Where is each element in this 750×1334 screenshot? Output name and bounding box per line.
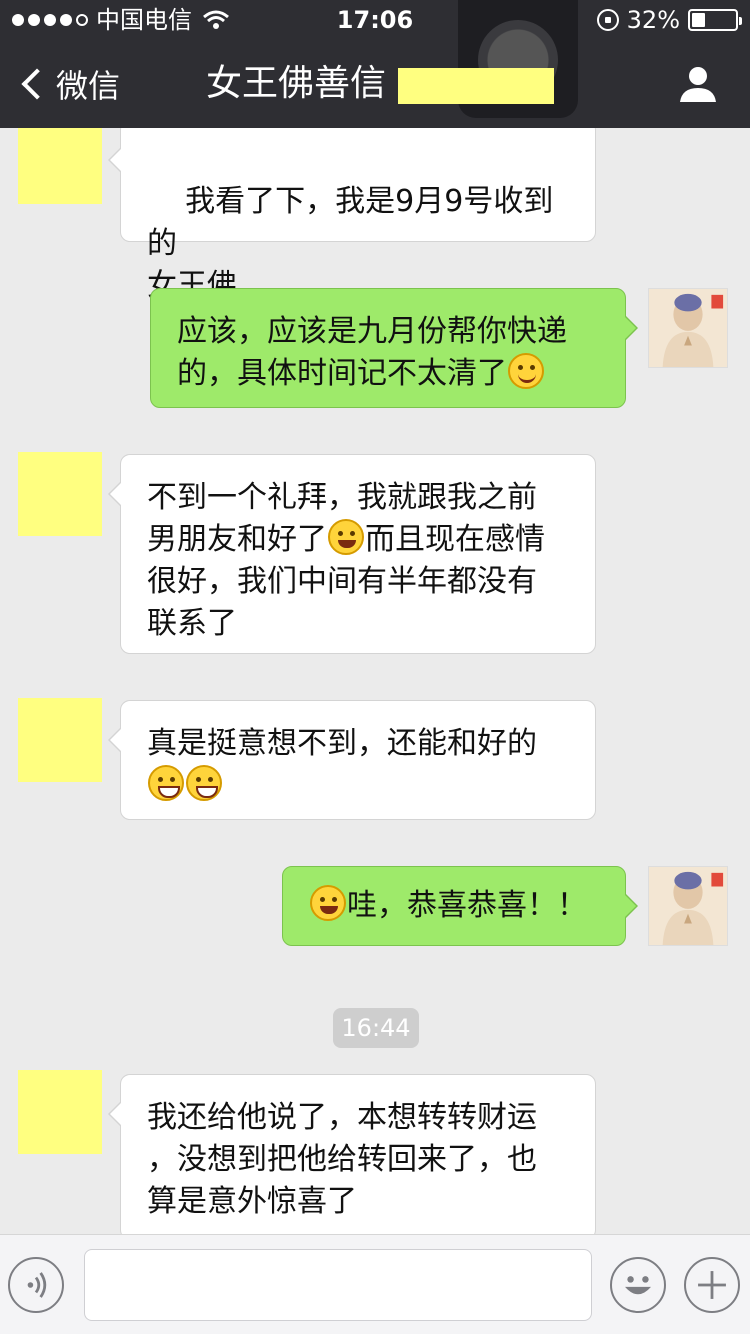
- message-bubble-out[interactable]: 应该，应该是九月份帮你快递 的，具体时间记不太清了: [150, 288, 638, 408]
- contact-avatar[interactable]: [18, 698, 102, 782]
- smile-emoji-icon: [508, 353, 544, 389]
- buddha-avatar-icon[interactable]: [648, 288, 728, 368]
- battery-icon: [688, 9, 742, 31]
- rotation-lock-icon: [596, 9, 619, 31]
- plus-icon[interactable]: [684, 1257, 740, 1313]
- input-bar: [0, 1234, 750, 1334]
- message-text: 哇，恭喜恭喜！！: [347, 888, 587, 923]
- back-label: 微信: [56, 67, 121, 105]
- status-bar: 中国电信 17:06 32%: [0, 0, 750, 40]
- emoji-icon[interactable]: [610, 1257, 666, 1313]
- profile-icon[interactable]: [676, 62, 720, 106]
- status-right: 32%: [596, 0, 742, 40]
- message-bubble-in[interactable]: 不到一个礼拜，我就跟我之前 男朋友和好了 而且现在感情 很好，我们中间有半年都没有…: [108, 454, 596, 654]
- chat-title: 女王佛善信: [206, 63, 387, 104]
- message-bubble-out[interactable]: 哇，恭喜恭喜！！: [282, 866, 638, 946]
- battery-percent: 32%: [626, 6, 680, 34]
- nav-bar: 微信 女王佛善信: [0, 40, 750, 128]
- contact-avatar[interactable]: [18, 452, 102, 536]
- grin-emoji-icon: [186, 765, 222, 801]
- message-input[interactable]: [84, 1249, 592, 1321]
- contact-avatar[interactable]: [18, 128, 102, 204]
- timestamp-divider: 16:44: [333, 1008, 419, 1048]
- grin-emoji-icon: [148, 765, 184, 801]
- contact-avatar[interactable]: [18, 1070, 102, 1154]
- message-bubble-in[interactable]: 真是挺意想不到，还能和好的: [108, 700, 596, 820]
- voice-icon[interactable]: [8, 1257, 64, 1313]
- giggle-emoji-icon: [310, 885, 346, 921]
- top-header: 中国电信 17:06 32% 微信 女王佛善信: [0, 0, 750, 128]
- message-bubble-in[interactable]: 我看了下，我是9月9号收到的 女王佛: [108, 128, 596, 303]
- chevron-left-icon: [21, 68, 53, 100]
- buddha-avatar-icon[interactable]: [648, 866, 728, 946]
- redaction-block: [398, 68, 554, 104]
- message-bubble-in[interactable]: 我还给他说了，本想转转财运 ，没想到把他给转回来了，也 算是意外惊喜了: [108, 1074, 596, 1234]
- message-text: 应该，应该是九月份帮你快递 的，具体时间记不太清了: [177, 314, 567, 391]
- message-text: 我看了下，我是9月9号收到的 女王佛: [147, 184, 554, 303]
- back-button[interactable]: 微信: [18, 62, 120, 106]
- laugh-emoji-icon: [328, 519, 364, 555]
- message-text: 真是挺意想不到，还能和好的: [147, 726, 537, 761]
- chat-area[interactable]: 我看了下，我是9月9号收到的 女王佛 应该，应该是九月份帮你快递 的，具体时间记…: [0, 128, 750, 1234]
- message-text: 我还给他说了，本想转转财运 ，没想到把他给转回来了，也 算是意外惊喜了: [147, 1100, 537, 1219]
